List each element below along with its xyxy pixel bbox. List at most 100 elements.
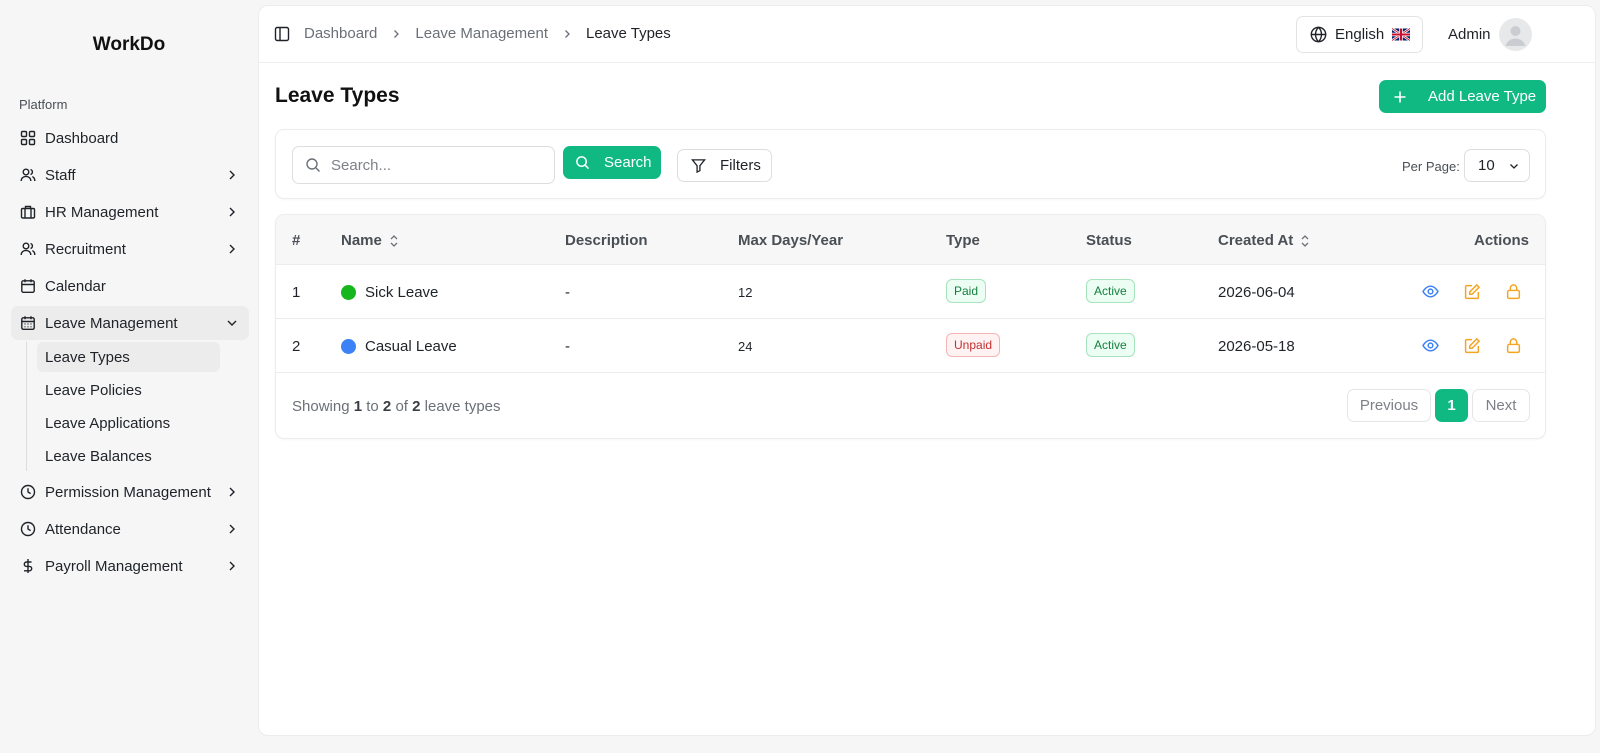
- type-badge: Unpaid: [946, 333, 1001, 357]
- column-label: Description: [565, 232, 648, 249]
- sidebar-item-payroll-management[interactable]: Payroll Management: [11, 549, 249, 583]
- per-page-label: Per Page:: [1402, 159, 1460, 174]
- sidebar-item-calendar[interactable]: Calendar: [11, 269, 249, 303]
- sidebar-item-attendance[interactable]: Attendance: [11, 512, 249, 546]
- previous-page-button[interactable]: Previous: [1347, 389, 1431, 422]
- row-max-days: 24: [738, 339, 753, 354]
- sidebar-item-label: Permission Management: [45, 483, 211, 501]
- column-index: #: [292, 232, 300, 249]
- status-badge: Active: [1086, 279, 1135, 303]
- status-badge: Active: [1086, 333, 1135, 357]
- column-created-at[interactable]: Created At: [1218, 232, 1311, 249]
- row-description: -: [565, 284, 570, 301]
- per-page-select[interactable]: 10: [1464, 149, 1530, 182]
- clock-icon: [20, 521, 36, 537]
- chevron-down-icon: [1509, 163, 1518, 169]
- sidebar-subitem-leave-balances[interactable]: Leave Balances: [37, 441, 220, 471]
- summary-of-word: of: [395, 398, 408, 415]
- chevron-right-icon: [229, 561, 235, 571]
- sidebar-item-label: Recruitment: [45, 240, 126, 258]
- sidebar-item-label: Calendar: [45, 277, 106, 295]
- summary-to: 2: [382, 398, 392, 415]
- row-max-days: 12: [738, 285, 753, 300]
- filters-button[interactable]: Filters: [677, 149, 772, 182]
- search-field[interactable]: [292, 146, 555, 184]
- user-name[interactable]: Admin: [1448, 26, 1491, 43]
- page-1-button[interactable]: 1: [1435, 389, 1468, 422]
- column-label: Actions: [1473, 232, 1529, 249]
- table-footer: Showing 1 to 2 of 2 leave types Previous…: [276, 373, 1545, 438]
- avatar[interactable]: [1499, 18, 1532, 51]
- breadcrumb-current: Leave Types: [585, 25, 671, 42]
- row-name: Casual Leave: [341, 338, 457, 355]
- sidebar-item-permission-management[interactable]: Permission Management: [11, 475, 249, 509]
- plus-icon: [1394, 91, 1406, 102]
- language-label: English: [1335, 26, 1385, 43]
- sidebar-subitem-leave-applications[interactable]: Leave Applications: [37, 408, 220, 438]
- row-name: Sick Leave: [341, 284, 438, 301]
- leave-type-name: Sick Leave: [365, 284, 439, 301]
- language-selector[interactable]: English: [1296, 16, 1423, 53]
- breadcrumb-leave-management[interactable]: Leave Management: [415, 25, 548, 42]
- dollar-icon: [20, 558, 36, 574]
- sidebar-item-label: Dashboard: [45, 129, 119, 147]
- sort-icon[interactable]: [1299, 234, 1311, 248]
- lock-icon[interactable]: [1505, 283, 1522, 300]
- sidebar-item-staff[interactable]: Staff: [11, 158, 249, 192]
- sidebar-item-dashboard[interactable]: Dashboard: [11, 121, 249, 155]
- nav-group-label: Platform: [19, 97, 68, 112]
- chevron-right-icon: [229, 244, 235, 254]
- view-icon[interactable]: [1422, 283, 1439, 300]
- search-input[interactable]: [331, 156, 531, 174]
- row-index: 2: [292, 338, 301, 355]
- edit-icon[interactable]: [1464, 283, 1481, 300]
- column-actions: Actions: [1474, 232, 1529, 249]
- column-label: Max Days/Year: [738, 232, 844, 249]
- chevron-right-icon: [229, 487, 235, 497]
- brand-logo[interactable]: WorkDo: [0, 34, 258, 56]
- main-panel: Dashboard Leave Management Leave Types E…: [258, 5, 1596, 736]
- column-type: Type: [946, 232, 980, 249]
- table-row: 2 Casual Leave - 24 Unpaid Active 2026-0…: [276, 319, 1545, 373]
- column-label: Status: [1086, 232, 1132, 249]
- summary-total: 2: [412, 398, 421, 415]
- sidebar: WorkDo Platform Dashboard Staff HR Manag…: [0, 0, 258, 753]
- sidebar-item-leave-management[interactable]: Leave Management: [11, 306, 249, 340]
- row-index: 1: [292, 284, 301, 301]
- sidebar-item-label: HR Management: [45, 203, 159, 221]
- sidebar-subitem-leave-policies[interactable]: Leave Policies: [37, 375, 220, 405]
- table-header: # Name Description Max Days/Year Type St…: [276, 215, 1545, 265]
- per-page-value: 10: [1478, 157, 1495, 174]
- lock-icon[interactable]: [1505, 337, 1522, 354]
- search-button[interactable]: Search: [563, 146, 661, 179]
- chevron-right-icon: [390, 28, 402, 40]
- column-description: Description: [565, 232, 648, 249]
- color-dot: [341, 339, 356, 354]
- row-description: -: [565, 338, 570, 355]
- uk-flag-icon: [1392, 28, 1411, 41]
- next-page-button[interactable]: Next: [1472, 389, 1530, 422]
- add-leave-type-button[interactable]: Add Leave Type: [1379, 80, 1546, 113]
- filters-button-label: Filters: [720, 157, 761, 174]
- leave-types-table: # Name Description Max Days/Year Type St…: [275, 214, 1546, 439]
- page-title: Leave Types: [275, 84, 400, 107]
- leave-management-submenu: Leave Types Leave Policies Leave Applica…: [26, 342, 249, 471]
- column-label: Created At: [1218, 232, 1294, 249]
- type-badge: Paid: [946, 279, 987, 303]
- sidebar-item-hr-management[interactable]: HR Management: [11, 195, 249, 229]
- sidebar-subitem-leave-types[interactable]: Leave Types: [37, 342, 220, 372]
- sidebar-item-recruitment[interactable]: Recruitment: [11, 232, 249, 266]
- edit-icon[interactable]: [1464, 337, 1481, 354]
- sort-icon[interactable]: [388, 234, 400, 248]
- search-toolbar: Search Filters Per Page: 10: [275, 129, 1546, 199]
- summary-suffix: leave types: [424, 398, 501, 415]
- breadcrumb-dashboard[interactable]: Dashboard: [304, 25, 377, 42]
- view-icon[interactable]: [1422, 337, 1439, 354]
- sidebar-toggle-icon[interactable]: [274, 26, 290, 42]
- chevron-right-icon: [229, 524, 235, 534]
- sidebar-item-label: Leave Management: [45, 314, 178, 332]
- chevron-down-icon: [227, 320, 237, 326]
- column-name[interactable]: Name: [341, 232, 400, 249]
- search-icon: [306, 158, 320, 172]
- search-icon: [576, 156, 590, 170]
